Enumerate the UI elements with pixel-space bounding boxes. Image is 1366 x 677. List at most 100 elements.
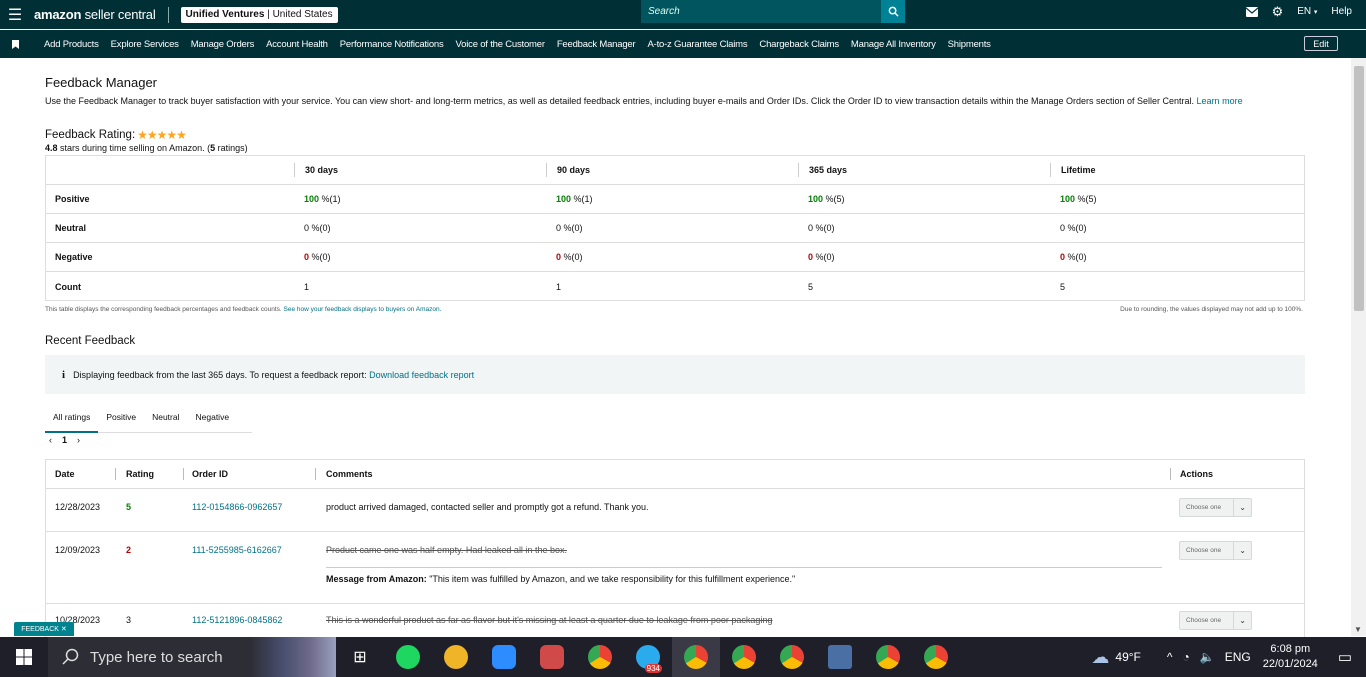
- search-input[interactable]: [641, 0, 881, 23]
- nav-manage-orders[interactable]: Manage Orders: [191, 39, 255, 50]
- buyer-display-link[interactable]: See how your feedback displays to buyers…: [284, 306, 442, 313]
- column-header-365-days: 365 days: [798, 163, 1050, 177]
- action-dropdown[interactable]: Choose one ⌄: [1179, 611, 1252, 630]
- learn-more-link[interactable]: Learn more: [1197, 96, 1243, 106]
- order-id-link[interactable]: 112-0154866-0962657: [192, 502, 282, 512]
- volume-icon[interactable]: 🔈: [1200, 650, 1215, 664]
- gear-icon[interactable]: ⚙: [1272, 4, 1284, 20]
- tab-all-ratings[interactable]: All ratings: [45, 405, 99, 433]
- zoom-icon[interactable]: [480, 637, 528, 677]
- nav-voice-of-customer[interactable]: Voice of the Customer: [456, 39, 545, 50]
- clock[interactable]: 6:08 pm 22/01/2024: [1263, 642, 1318, 672]
- summary-cell: 100 %(1): [304, 194, 341, 204]
- search-icon: [62, 648, 79, 665]
- column-header-30-days: 30 days: [294, 163, 546, 177]
- summary-cell: 0 %(0): [808, 252, 835, 262]
- weather-temp[interactable]: 49°F: [1115, 650, 1140, 664]
- order-id-link[interactable]: 111-5255985-6162667: [192, 545, 282, 555]
- help-link[interactable]: Help: [1331, 6, 1352, 17]
- recent-feedback-title: Recent Feedback: [45, 335, 136, 347]
- search-bar: [641, 0, 905, 23]
- summary-cell: 0 %(0): [556, 252, 583, 262]
- amazon-message: Message from Amazon: "This item was fulf…: [326, 567, 1162, 584]
- snipping-tool-icon[interactable]: [528, 637, 576, 677]
- chevron-up-icon[interactable]: ^: [1167, 650, 1173, 664]
- nav-performance-notifications[interactable]: Performance Notifications: [340, 39, 444, 50]
- download-report-link[interactable]: Download feedback report: [369, 370, 474, 380]
- scroll-thumb[interactable]: [1354, 66, 1364, 311]
- top-header: ☰ amazon seller central Unified Ventures…: [0, 0, 1366, 29]
- summary-cell: 0 %(0): [808, 223, 835, 233]
- tab-positive[interactable]: Positive: [98, 405, 144, 433]
- chrome-profile-l-icon[interactable]: [720, 637, 768, 677]
- bookmark-icon[interactable]: [0, 39, 30, 49]
- tab-neutral[interactable]: Neutral: [144, 405, 187, 433]
- chrome-icon[interactable]: [576, 637, 624, 677]
- chevron-down-icon: ⌄: [1233, 542, 1251, 559]
- feedback-widget-tab[interactable]: FEEDBACK ✕: [14, 622, 74, 636]
- account-switcher[interactable]: Unified Ventures | United States: [180, 6, 338, 23]
- header-actions: ⚙ EN ▾ Help: [1245, 0, 1366, 23]
- table-row: 12/09/2023 2 111-5255985-6162667 Product…: [46, 532, 1304, 604]
- weather-cloud-icon[interactable]: ☁: [1091, 647, 1109, 668]
- chrome-profile-m-icon[interactable]: [672, 637, 720, 677]
- language-indicator[interactable]: ENG: [1225, 650, 1251, 664]
- chrome-profile-m2-icon[interactable]: [768, 637, 816, 677]
- nav-feedback-manager[interactable]: Feedback Manager: [557, 39, 636, 50]
- page-title: Feedback Manager: [45, 75, 158, 90]
- search-button[interactable]: [881, 0, 905, 23]
- nav-account-health[interactable]: Account Health: [266, 39, 328, 50]
- rating-summary: 4.8 stars during time selling on Amazon.…: [45, 143, 248, 153]
- summary-cell: 5: [1060, 281, 1066, 292]
- spotify-icon[interactable]: [384, 637, 432, 677]
- summary-cell: 0 %(0): [556, 223, 583, 233]
- task-view-icon[interactable]: ⊞: [336, 637, 384, 677]
- order-id-link[interactable]: 112-5121896-0845862: [192, 615, 282, 625]
- feedback-summary-table: 30 days 90 days 365 days Lifetime Positi…: [45, 155, 1305, 301]
- brand-logo[interactable]: amazon seller central: [34, 7, 156, 22]
- page-number[interactable]: 1: [62, 435, 67, 445]
- windows-start-icon[interactable]: [0, 637, 48, 677]
- taskbar-search[interactable]: Type here to search: [48, 637, 336, 677]
- summary-cell: 100 %(5): [808, 194, 845, 204]
- nav-explore-services[interactable]: Explore Services: [111, 39, 179, 50]
- summary-cell: 1: [304, 281, 310, 292]
- chrome-profile-s-icon[interactable]: [864, 637, 912, 677]
- action-dropdown[interactable]: Choose one ⌄: [1179, 498, 1252, 517]
- page-scrollbar[interactable]: ▼: [1351, 58, 1366, 636]
- nav-shipments[interactable]: Shipments: [948, 39, 991, 50]
- star-rating-icon: ★★★★★: [137, 128, 187, 142]
- summary-cell: 0 %(0): [1060, 223, 1087, 233]
- calculator-icon[interactable]: [816, 637, 864, 677]
- windows-taskbar: Type here to search ⊞ 934 ☁ 49°F ^ ◔ 🔈 E…: [0, 637, 1366, 677]
- chrome-profile-r-icon[interactable]: [912, 637, 960, 677]
- nav-manage-inventory[interactable]: Manage All Inventory: [851, 39, 936, 50]
- summary-row-count: Count 1 1 5 5: [46, 272, 1304, 301]
- notification-icon[interactable]: ▭: [1338, 648, 1352, 666]
- table-header-row: Date Rating Order ID Comments Actions: [46, 460, 1304, 489]
- column-header-lifetime: Lifetime: [1050, 163, 1300, 177]
- summary-row-negative: Negative 0 %(0) 0 %(0) 0 %(0) 0 %(0): [46, 243, 1304, 272]
- mail-icon[interactable]: [1245, 6, 1258, 17]
- tab-negative[interactable]: Negative: [188, 405, 238, 433]
- telegram-icon[interactable]: 934: [624, 637, 672, 677]
- summary-row-neutral: Neutral 0 %(0) 0 %(0) 0 %(0) 0 %(0): [46, 214, 1304, 243]
- chevron-left-icon[interactable]: ‹: [49, 435, 52, 445]
- summary-cell: 5: [808, 281, 814, 292]
- nav-chargeback-claims[interactable]: Chargeback Claims: [759, 39, 839, 50]
- action-dropdown[interactable]: Choose one ⌄: [1179, 541, 1252, 560]
- table-row: 10/28/2023 3 112-5121896-0845862 This is…: [46, 604, 1304, 638]
- scroll-down-icon[interactable]: ▼: [1354, 625, 1362, 634]
- menu-icon[interactable]: ☰: [0, 0, 30, 29]
- language-selector[interactable]: EN ▾: [1297, 6, 1317, 17]
- nav-add-products[interactable]: Add Products: [44, 39, 99, 50]
- pagination: ‹ 1 ›: [49, 435, 80, 445]
- summary-cell: 0 %(0): [1060, 252, 1087, 262]
- nav-a-to-z-claims[interactable]: A-to-z Guarantee Claims: [647, 39, 747, 50]
- navigation-bar: Add Products Explore Services Manage Ord…: [0, 30, 1366, 58]
- chevron-right-icon[interactable]: ›: [77, 435, 80, 445]
- edit-nav-button[interactable]: Edit: [1304, 36, 1338, 51]
- summary-cell: 0 %(0): [304, 252, 331, 262]
- app-icon-yellow[interactable]: [432, 637, 480, 677]
- network-icon[interactable]: ◔: [1183, 650, 1190, 664]
